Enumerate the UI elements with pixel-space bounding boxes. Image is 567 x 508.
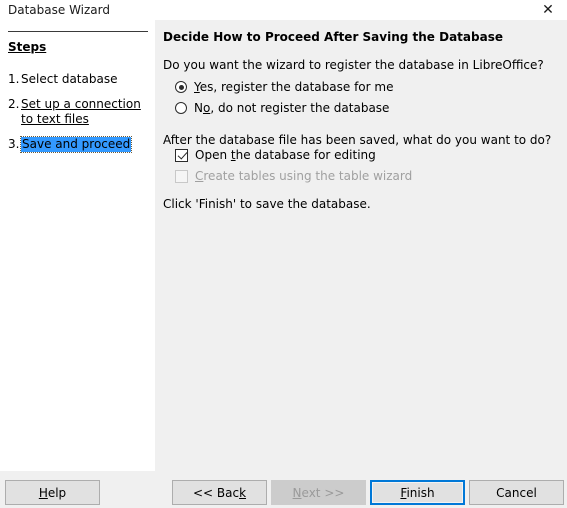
closing-instruction-label: Click 'Finish' to save the database.: [163, 197, 371, 211]
checkbox-label-create: Create tables using the table wizard: [195, 169, 412, 183]
label-rest: es, register the database for me: [199, 80, 394, 94]
label-prefix: << Bac: [192, 485, 240, 500]
label-prefix: N: [194, 101, 203, 115]
mnemonic-letter: N: [292, 485, 302, 500]
sidebar-item-select-database[interactable]: 1. Select database: [8, 72, 153, 87]
help-button[interactable]: Help: [5, 480, 100, 505]
checkbox-open-for-editing[interactable]: Open the database for editing: [175, 148, 376, 162]
dialog-button-bar: Help << Back Next >> Finish Cancel: [0, 471, 567, 508]
step-number: 3.: [8, 137, 20, 151]
sidebar-item-save-and-proceed[interactable]: 3. Save and proceed: [8, 136, 153, 153]
step-label: Set up a connection to text files: [21, 97, 141, 126]
label-prefix: Open: [195, 148, 231, 162]
label-rest: reate tables using the table wizard: [203, 169, 413, 183]
button-label: Cancel: [496, 485, 537, 500]
back-button[interactable]: << Back: [172, 480, 267, 505]
register-question-label: Do you want the wizard to register the d…: [163, 58, 544, 72]
page-title: Decide How to Proceed After Saving the D…: [163, 30, 503, 44]
label-rest: ext >>: [301, 485, 345, 500]
window-titlebar: Database Wizard ✕: [0, 0, 567, 20]
main-panel: Decide How to Proceed After Saving the D…: [155, 20, 567, 471]
radio-label-no: No, do not register the database: [194, 101, 389, 115]
steps-sidebar: Steps 1. Select database 2. Set up a con…: [0, 20, 155, 471]
radio-register-no[interactable]: No, do not register the database: [175, 101, 389, 115]
step-number: 1.: [8, 72, 20, 86]
step-number: 2.: [8, 97, 20, 111]
sidebar-item-set-up-connection[interactable]: 2. Set up a connection to text files: [8, 97, 153, 127]
finish-button[interactable]: Finish: [370, 480, 465, 505]
step-label: Save and proceed: [19, 136, 133, 153]
close-icon[interactable]: ✕: [529, 0, 567, 20]
label-rest: he database for editing: [235, 148, 376, 162]
radio-icon-selected: [175, 81, 187, 93]
label-rest: inish: [406, 485, 435, 500]
radio-register-yes[interactable]: Yes, register the database for me: [175, 80, 393, 94]
checkbox-icon-checked: [175, 148, 188, 162]
checkbox-create-tables: Create tables using the table wizard: [175, 169, 412, 183]
label-rest: elp: [47, 485, 67, 500]
checkbox-icon-unchecked-disabled: [175, 169, 188, 183]
mnemonic-letter: H: [38, 485, 48, 500]
next-button: Next >>: [271, 480, 366, 505]
steps-heading: Steps: [8, 40, 47, 54]
label-rest: , do not register the database: [210, 101, 390, 115]
cancel-button[interactable]: Cancel: [469, 480, 564, 505]
after-save-question-label: After the database file has been saved, …: [163, 133, 552, 147]
sidebar-divider: [8, 31, 148, 32]
checkbox-label-open: Open the database for editing: [195, 148, 376, 162]
step-label: Select database: [21, 72, 118, 86]
steps-list: 1. Select database 2. Set up a connectio…: [8, 72, 153, 162]
radio-label-yes: Yes, register the database for me: [194, 80, 393, 94]
window-title: Database Wizard: [8, 3, 110, 17]
mnemonic-letter: k: [239, 485, 247, 500]
close-icon-glyph: ✕: [542, 2, 554, 18]
radio-icon-unselected: [175, 102, 187, 114]
